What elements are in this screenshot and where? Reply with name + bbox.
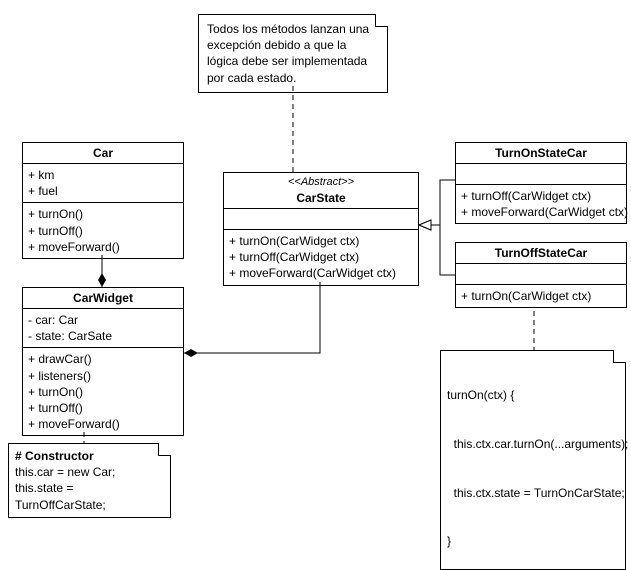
op-section: + turnOn() + turnOff() + moveForward() (23, 203, 183, 258)
note-line: turnOn(ctx) { (447, 387, 619, 403)
op-section: + turnOn(CarWidget ctx) + turnOff(CarWid… (224, 230, 418, 285)
note-turnon: turnOn(ctx) { this.ctx.car.turnOn(...arg… (440, 350, 626, 570)
class-turnonstatecar: TurnOnStateCar + turnOff(CarWidget ctx) … (455, 142, 627, 224)
op: + moveForward(CarWidget ctx) (461, 204, 621, 220)
attr-section (456, 164, 626, 185)
op: + moveForward() (28, 416, 178, 432)
op-section: + turnOff(CarWidget ctx) + moveForward(C… (456, 185, 626, 223)
note-line: this.ctx.state = TurnOnCarState; (447, 485, 619, 501)
attr-section: - car: Car - state: CarSate (23, 309, 183, 348)
class-turnoffstatecar: TurnOffStateCar + turnOn(CarWidget ctx) (455, 242, 627, 308)
note-carstate: Todos los métodos lanzan una excepción d… (198, 14, 388, 93)
note-line: this.ctx.car.turnOn(...arguments); (447, 436, 619, 452)
op: + turnOn(CarWidget ctx) (229, 233, 413, 249)
note-constructor: # Constructor this.car = new Car; this.s… (8, 443, 171, 518)
op: + listeners() (28, 368, 178, 384)
stereotype: <<Abstract>> (224, 173, 418, 188)
class-carstate: <<Abstract>> CarState + turnOn(CarWidget… (223, 172, 419, 286)
attr-section (224, 209, 418, 230)
op: + turnOff(CarWidget ctx) (229, 249, 413, 265)
op: + turnOff() (28, 223, 178, 239)
attr: + km (28, 167, 178, 183)
op-section: + turnOn(CarWidget ctx) (456, 285, 626, 307)
class-title: CarWidget (23, 288, 183, 309)
attr: - car: Car (28, 312, 178, 328)
op: + moveForward(CarWidget ctx) (229, 265, 413, 281)
op: + turnOn() (28, 206, 178, 222)
attr: + fuel (28, 183, 178, 199)
op: + drawCar() (28, 351, 178, 367)
op: + moveForward() (28, 239, 178, 255)
attr: - state: CarSate (28, 328, 178, 344)
note-line: } (447, 533, 619, 549)
op-section: + drawCar() + listeners() + turnOn() + t… (23, 348, 183, 435)
class-title: TurnOffStateCar (456, 243, 626, 264)
class-carwidget: CarWidget - car: Car - state: CarSate + … (22, 287, 184, 436)
note-line: this.car = new Car; (15, 464, 164, 480)
op: + turnOff() (28, 400, 178, 416)
note-title: # Constructor (15, 448, 164, 464)
attr-section (456, 264, 626, 285)
note-line: this.state = TurnOffCarState; (15, 480, 164, 512)
class-title: TurnOnStateCar (456, 143, 626, 164)
op: + turnOn(CarWidget ctx) (461, 288, 621, 304)
class-title: CarState (224, 188, 418, 209)
op: + turnOff(CarWidget ctx) (461, 188, 621, 204)
attr-section: + km + fuel (23, 164, 183, 203)
class-car: Car + km + fuel + turnOn() + turnOff() +… (22, 142, 184, 259)
note-text: Todos los métodos lanzan una excepción d… (207, 22, 369, 85)
class-title: Car (23, 143, 183, 164)
op: + turnOn() (28, 384, 178, 400)
